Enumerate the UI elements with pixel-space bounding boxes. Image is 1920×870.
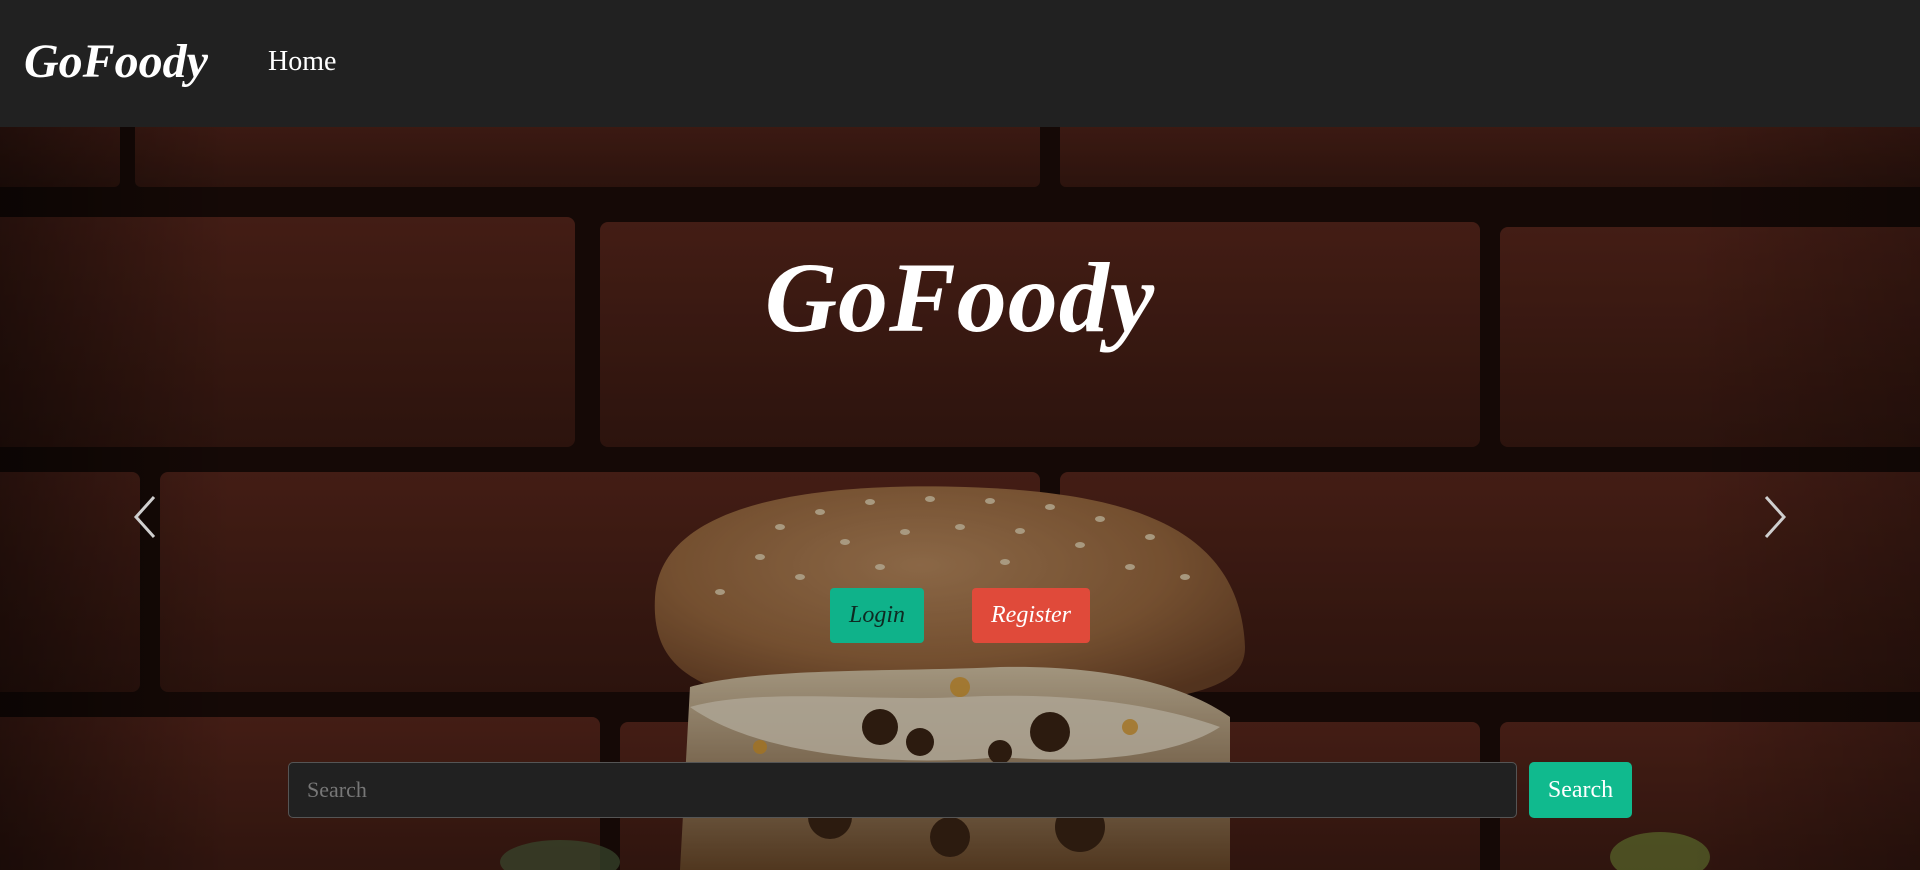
chevron-right-icon	[1764, 495, 1787, 539]
carousel-prev-button[interactable]	[115, 477, 175, 557]
chevron-left-icon	[133, 495, 156, 539]
navbar: GoFoody Home	[0, 0, 1920, 127]
carousel-next-button[interactable]	[1745, 477, 1805, 557]
brand-logo[interactable]: GoFoody	[24, 34, 208, 89]
login-button[interactable]: Login	[830, 588, 924, 643]
nav-link-home[interactable]: Home	[268, 46, 336, 78]
search-input[interactable]	[288, 762, 1517, 818]
hero-edge-shade	[0, 127, 1920, 870]
hero-title: GoFoody	[764, 242, 1156, 353]
hero-carousel	[0, 127, 1920, 870]
search-button[interactable]: Search	[1529, 762, 1632, 818]
register-button[interactable]: Register	[972, 588, 1090, 643]
